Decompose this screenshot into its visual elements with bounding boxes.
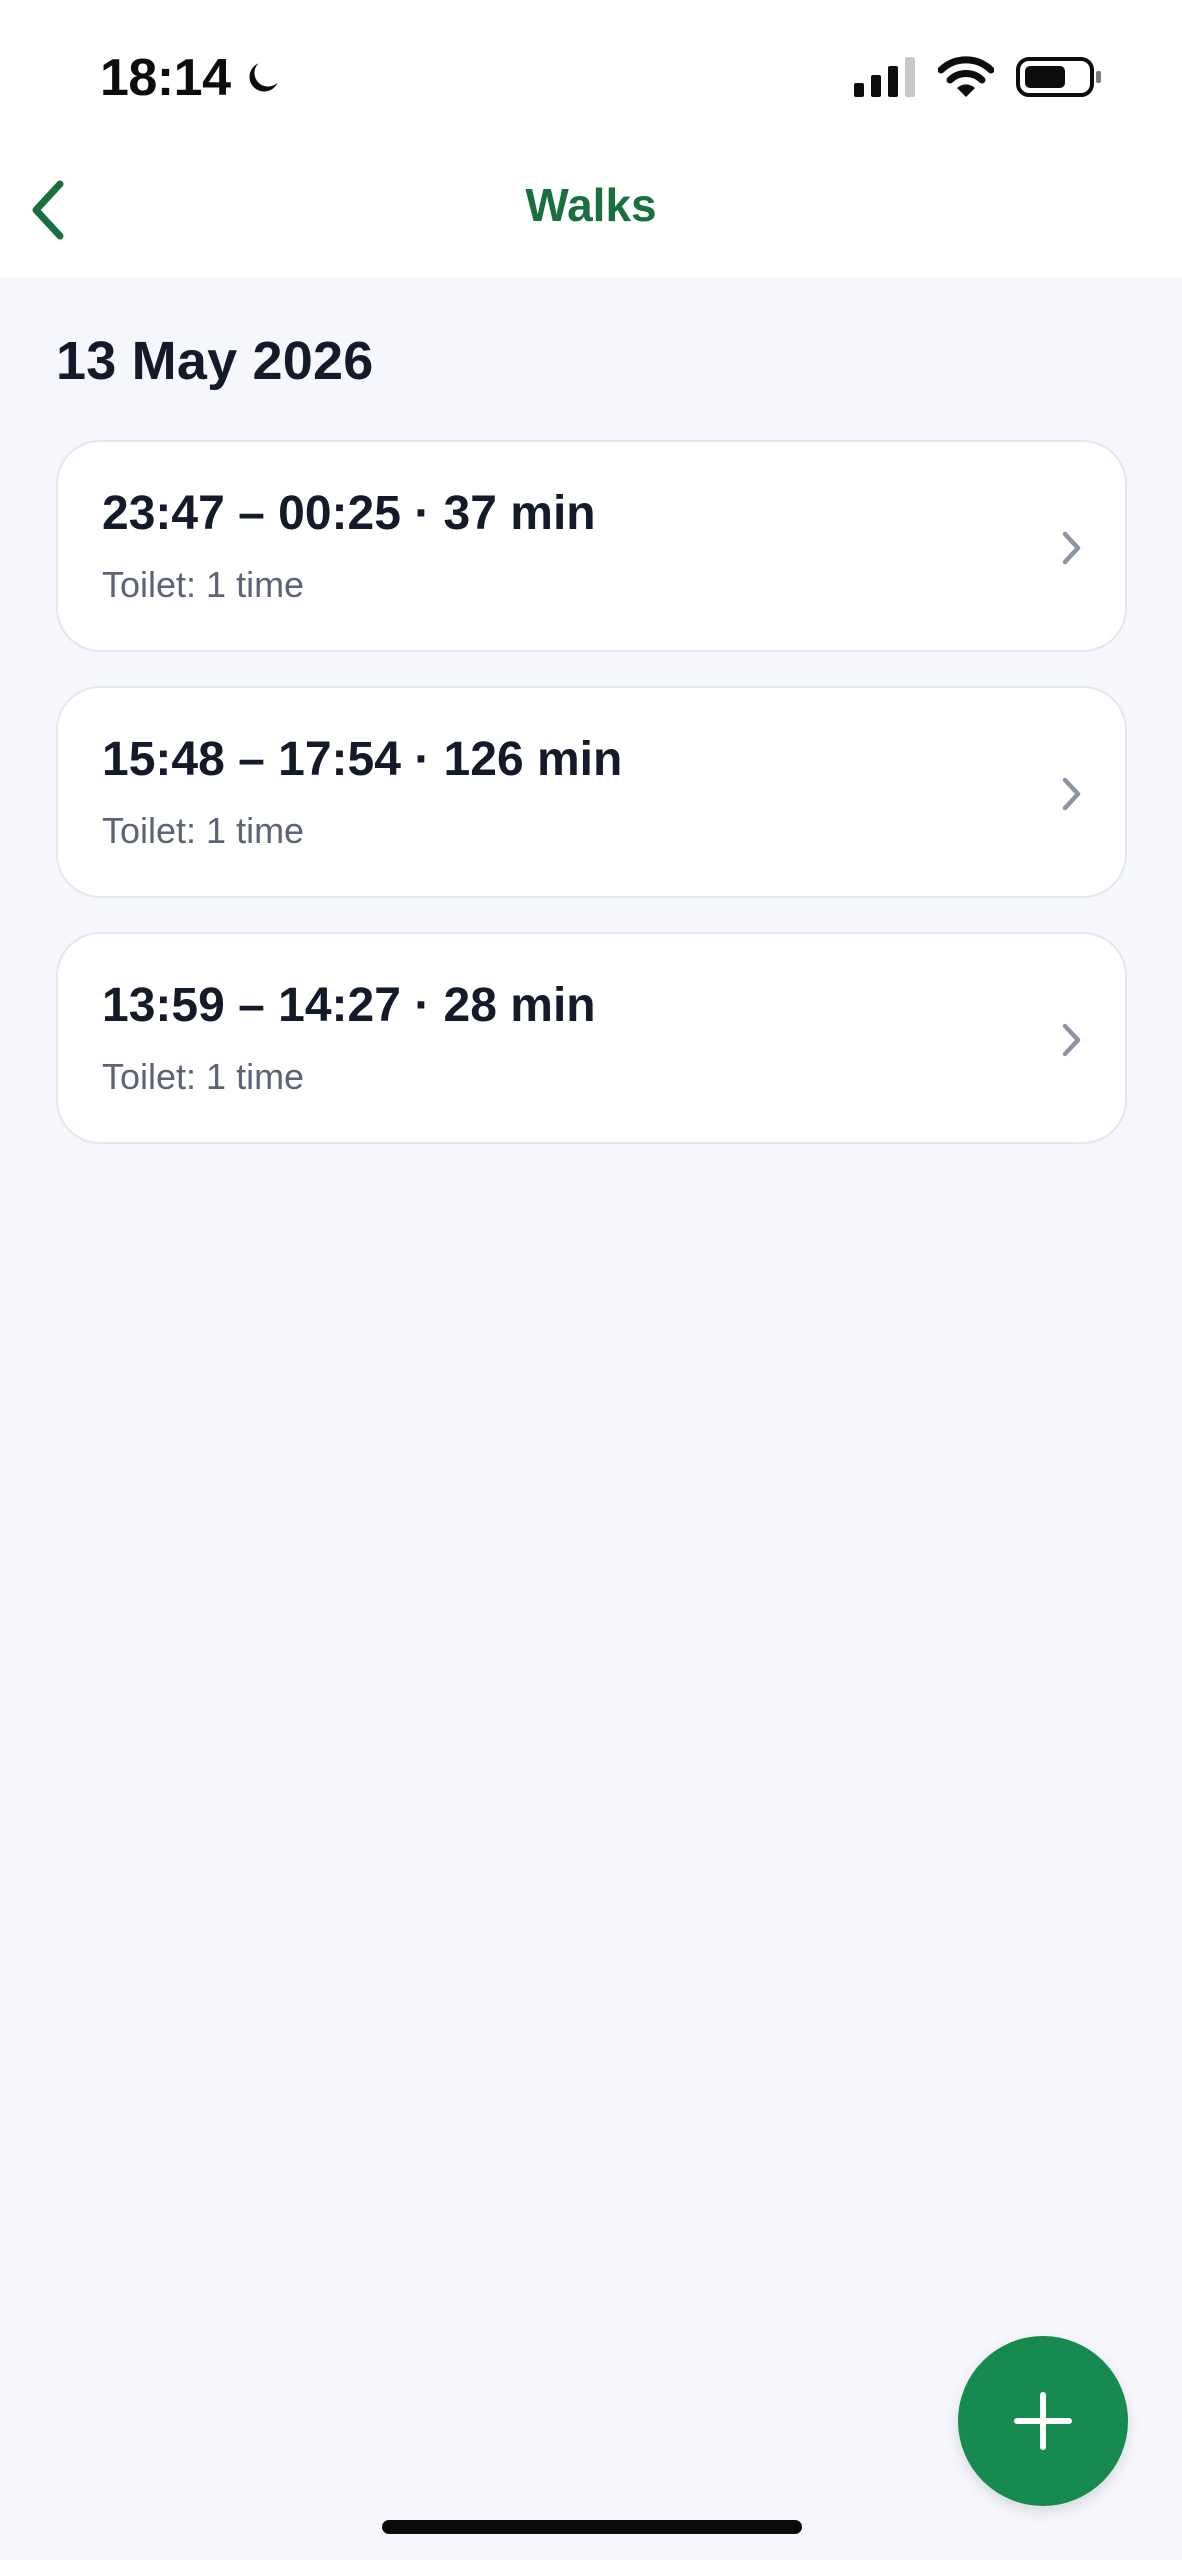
moon-icon <box>249 63 278 92</box>
page-title: Walks <box>525 179 657 231</box>
walk-time-range: 15:48 – 17:54 · 126 min <box>102 733 623 786</box>
walk-toilet-count: Toilet: 1 time <box>102 810 305 851</box>
add-walk-button[interactable] <box>958 2336 1128 2506</box>
walk-toilet-count: Toilet: 1 time <box>102 1056 305 1097</box>
walk-card[interactable]: 15:48 – 17:54 · 126 min Toilet: 1 time <box>56 686 1127 898</box>
chevron-right-icon <box>1062 1023 1081 1057</box>
walk-card[interactable]: 13:59 – 14:27 · 28 min Toilet: 1 time <box>56 932 1127 1144</box>
walk-time-range: 13:59 – 14:27 · 28 min <box>102 979 596 1032</box>
status-time-text: 18:14 <box>100 49 231 107</box>
walk-card[interactable]: 23:47 – 00:25 · 37 min Toilet: 1 time <box>56 440 1127 652</box>
plus-icon <box>1014 2392 1072 2450</box>
chevron-right-icon <box>1062 777 1081 811</box>
battery-icon <box>1016 57 1101 97</box>
signal-icon <box>854 57 915 97</box>
header-area: 18:14 Walks <box>0 0 1182 277</box>
date-section-header: 13 May 2026 <box>56 331 374 391</box>
walk-list: 23:47 – 00:25 · 37 min Toilet: 1 time 15… <box>56 440 1127 1178</box>
chevron-right-icon <box>1062 531 1081 565</box>
walk-time-range: 23:47 – 00:25 · 37 min <box>102 487 596 540</box>
home-indicator <box>382 2520 802 2534</box>
wifi-icon <box>938 56 994 97</box>
status-bar-time: 18:14 <box>100 46 285 110</box>
status-bar-indicators <box>854 52 1102 102</box>
walk-toilet-count: Toilet: 1 time <box>102 564 305 605</box>
